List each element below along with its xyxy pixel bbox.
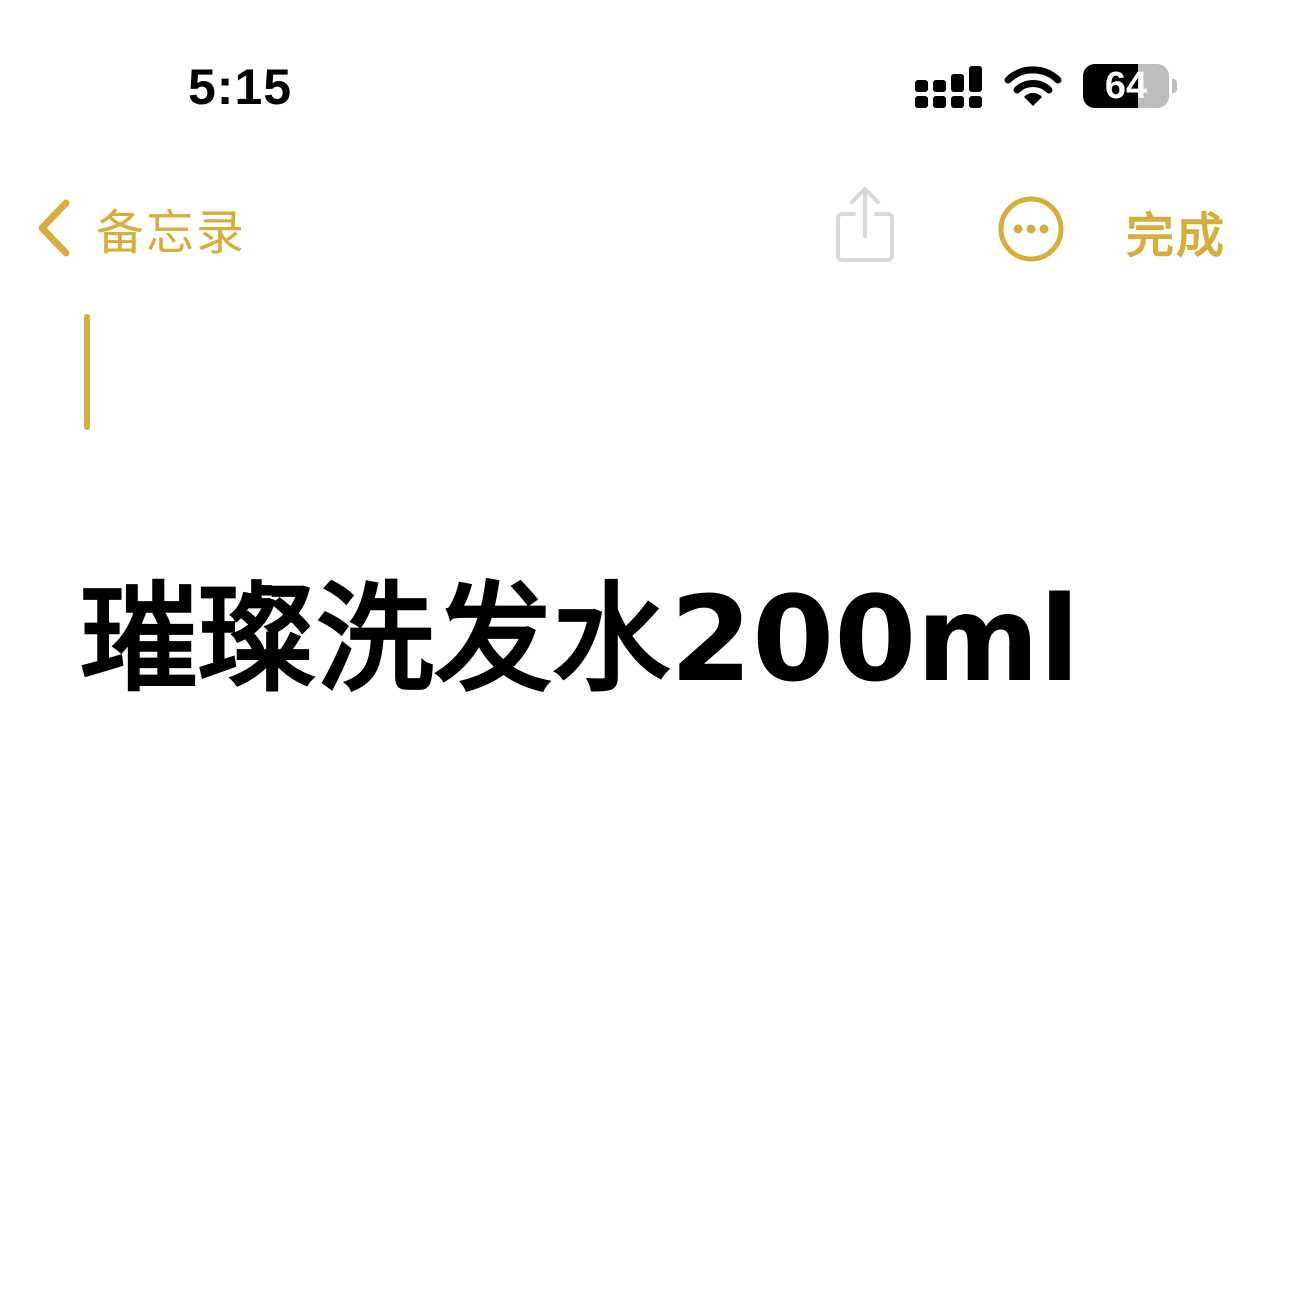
text-cursor: [84, 314, 90, 430]
back-label: 备忘录: [96, 205, 247, 261]
share-icon[interactable]: [830, 184, 900, 264]
more-icon[interactable]: [996, 194, 1066, 264]
wifi-icon: [1004, 66, 1062, 106]
chevron-left-icon: [38, 199, 70, 257]
note-editor[interactable]: 璀璨洗发水200ml: [0, 300, 1290, 1290]
battery-level: 64: [1104, 65, 1148, 107]
cellular-signal-icon: [915, 66, 982, 108]
back-button[interactable]: 备忘录: [34, 190, 246, 266]
battery-icon: 64: [1083, 64, 1179, 110]
status-bar: 5:15 64: [0, 0, 1290, 150]
note-title[interactable]: 璀璨洗发水200ml: [80, 574, 1080, 705]
navigation-bar: 备忘录 完成: [0, 170, 1290, 290]
done-button[interactable]: 完成: [1126, 196, 1226, 266]
status-time: 5:15: [188, 59, 293, 115]
